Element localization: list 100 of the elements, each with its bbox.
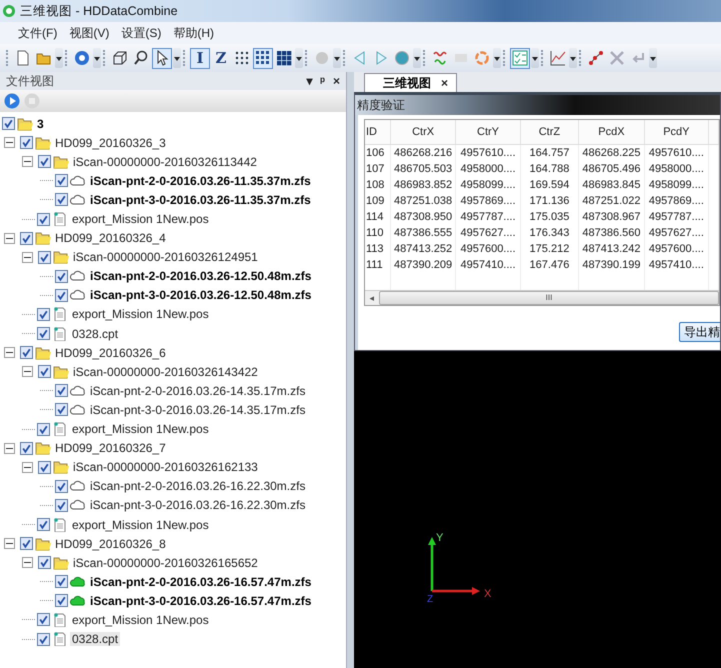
- collapse-toggle[interactable]: [22, 557, 33, 568]
- collapse-toggle[interactable]: [4, 442, 15, 454]
- checkbox[interactable]: [55, 288, 68, 302]
- toolbar-dropdown-icon[interactable]: [569, 48, 577, 68]
- checkbox[interactable]: [55, 575, 68, 588]
- column-header[interactable]: CtrX: [390, 120, 456, 144]
- menu-item[interactable]: 设置(S): [121, 24, 162, 42]
- horizontal-scrollbar[interactable]: ◂ III: [365, 290, 719, 305]
- collapse-toggle[interactable]: [4, 137, 15, 148]
- scrollbar-thumb[interactable]: III: [379, 291, 719, 305]
- menu-item[interactable]: 帮助(H): [173, 24, 214, 42]
- tree-item[interactable]: HD099_20160326_7: [53, 441, 168, 456]
- play-icon[interactable]: [4, 93, 20, 109]
- tree-item[interactable]: iScan-pnt-3-0-2016.03.26-14.35.17m.zfs: [88, 402, 308, 417]
- toolbar-grip[interactable]: [423, 50, 427, 66]
- checkbox[interactable]: [38, 365, 51, 378]
- collapse-toggle[interactable]: [4, 347, 15, 358]
- tree-item[interactable]: export_Mission 1New.pos: [70, 212, 211, 226]
- tree-item[interactable]: iScan-00000000-20160326113442: [71, 154, 259, 169]
- checkbox[interactable]: [37, 327, 50, 340]
- tree-item[interactable]: 0328.cpt: [70, 326, 120, 341]
- column-header[interactable]: ID: [365, 120, 390, 144]
- column-header[interactable]: PcdY: [644, 120, 709, 144]
- toolbar-grip[interactable]: [65, 50, 69, 66]
- checkbox[interactable]: [20, 346, 33, 360]
- toolbar-dropdown-icon[interactable]: [413, 48, 421, 68]
- collapse-toggle[interactable]: [22, 462, 33, 473]
- collapse-toggle[interactable]: [22, 366, 33, 378]
- tree-item[interactable]: iScan-00000000-20160326124951: [71, 250, 260, 264]
- toolbar-grid-button[interactable]: [253, 48, 273, 68]
- tree-item[interactable]: iScan-00000000-20160326162133: [71, 460, 260, 474]
- toolbar-checklist-button[interactable]: [510, 48, 530, 68]
- checkbox[interactable]: [55, 403, 68, 416]
- checkbox[interactable]: [20, 537, 33, 550]
- panel-control[interactable]: ᵖ: [320, 74, 325, 88]
- panel-control[interactable]: ×: [332, 74, 340, 88]
- toolbar-dropdown-icon[interactable]: [531, 48, 539, 68]
- toolbar-grip[interactable]: [103, 50, 107, 66]
- tree-item[interactable]: HD099_20160326_8: [53, 536, 168, 551]
- toolbar-grip[interactable]: [305, 50, 309, 66]
- toolbar-letter-button[interactable]: I: [190, 48, 210, 68]
- checkbox[interactable]: [20, 232, 33, 245]
- tree-item[interactable]: iScan-00000000-20160326143422: [71, 364, 260, 379]
- checkbox[interactable]: [20, 136, 33, 150]
- tree-item[interactable]: iScan-pnt-2-0-2016.03.26-12.50.48m.zfs: [88, 269, 314, 284]
- tree-item[interactable]: iScan-pnt-3-0-2016.03.26-12.50.48m.zfs: [88, 288, 314, 302]
- checkbox[interactable]: [55, 594, 68, 608]
- checkbox[interactable]: [20, 442, 33, 455]
- toolbar-dropdown-icon[interactable]: [55, 48, 63, 68]
- tree-item[interactable]: export_Mission 1New.pos: [70, 307, 211, 322]
- tree-item[interactable]: iScan-pnt-2-0-2016.03.26-14.35.17m.zfs: [88, 384, 308, 398]
- checkbox[interactable]: [55, 174, 68, 188]
- checkbox[interactable]: [38, 556, 51, 570]
- tree-item[interactable]: export_Mission 1New.pos: [70, 422, 211, 436]
- checkbox[interactable]: [38, 155, 51, 168]
- tree-item[interactable]: iScan-pnt-3-0-2016.03.26-11.35.37m.zfs: [88, 192, 313, 207]
- collapse-toggle[interactable]: [22, 156, 33, 168]
- column-header[interactable]: PcdX: [578, 120, 644, 144]
- checkbox[interactable]: [37, 308, 50, 321]
- column-header[interactable]: CtrZ: [520, 120, 579, 144]
- toolbar-grip[interactable]: [6, 50, 10, 66]
- tree-item[interactable]: export_Mission 1New.pos: [70, 612, 211, 627]
- checkbox[interactable]: [37, 518, 50, 532]
- tab[interactable]: 三维视图 ×: [364, 73, 458, 92]
- tree-item[interactable]: iScan-pnt-2-0-2016.03.26-11.35.37m.zfs: [88, 174, 313, 188]
- collapse-toggle[interactable]: [22, 252, 33, 263]
- checkbox[interactable]: [55, 193, 68, 206]
- toolbar-dropdown-icon[interactable]: [333, 48, 341, 68]
- toolbar-pointer-button[interactable]: [152, 48, 172, 68]
- tree-item[interactable]: iScan-pnt-2-0-2016.03.26-16.57.47m.zfs: [88, 574, 314, 589]
- tree-item[interactable]: HD099_20160326_4: [53, 231, 168, 246]
- menu-item[interactable]: 视图(V): [69, 24, 110, 42]
- checkbox[interactable]: [55, 480, 68, 493]
- checkbox[interactable]: [37, 613, 50, 626]
- toolbar-grip[interactable]: [579, 50, 583, 66]
- column-header[interactable]: CtrY: [456, 120, 520, 144]
- checkbox[interactable]: [55, 270, 68, 283]
- checkbox[interactable]: [37, 422, 50, 436]
- menu-item[interactable]: 文件(F): [18, 24, 58, 42]
- collapse-toggle[interactable]: [4, 538, 15, 550]
- toolbar-dropdown-icon[interactable]: [295, 48, 303, 68]
- export-button[interactable]: 导出精: [679, 322, 720, 342]
- tree-item[interactable]: 0328.cpt: [70, 632, 120, 646]
- tree-item[interactable]: HD099_20160326_6: [53, 346, 168, 360]
- toolbar-dropdown-icon[interactable]: [93, 48, 101, 68]
- tree-item[interactable]: iScan-00000000-20160326165652: [71, 556, 260, 570]
- tree-item[interactable]: export_Mission 1New.pos: [70, 518, 211, 532]
- checkbox[interactable]: [55, 498, 68, 512]
- checkbox[interactable]: [37, 212, 50, 226]
- checkbox[interactable]: [2, 117, 15, 130]
- scroll-left-arrow[interactable]: ◂: [365, 293, 379, 303]
- toolbar-grip[interactable]: [503, 50, 507, 66]
- tree-item[interactable]: HD099_20160326_3: [53, 136, 168, 150]
- close-icon[interactable]: ×: [441, 76, 448, 90]
- toolbar-dropdown-icon[interactable]: [649, 48, 657, 68]
- toolbar-grip[interactable]: [343, 50, 347, 66]
- collapse-toggle[interactable]: [4, 232, 15, 244]
- toolbar-letter-button[interactable]: Z: [211, 48, 231, 68]
- checkbox[interactable]: [38, 250, 51, 264]
- tree-item[interactable]: iScan-pnt-3-0-2016.03.26-16.57.47m.zfs: [88, 594, 314, 608]
